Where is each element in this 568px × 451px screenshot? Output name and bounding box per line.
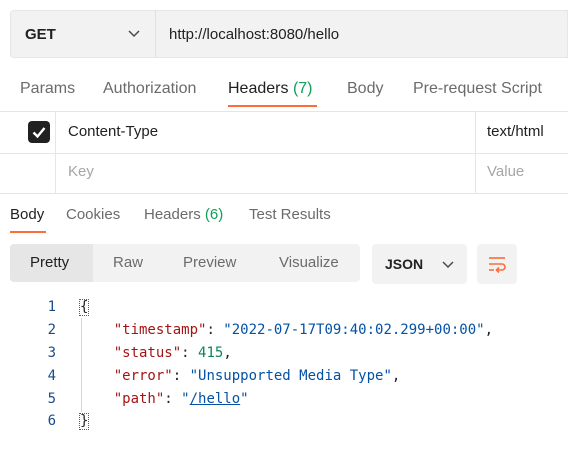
json-string-quote: ": [240, 391, 249, 407]
new-value-input[interactable]: Value: [487, 163, 524, 180]
tab-authorization-label: Authorization: [103, 80, 197, 97]
line-number: 1: [47, 299, 56, 315]
header-enabled-checkbox[interactable]: [28, 121, 50, 143]
new-key-input[interactable]: Key: [68, 163, 94, 180]
view-raw-label: Raw: [113, 254, 144, 271]
close-brace: }: [78, 413, 90, 430]
code-line: "timestamp": "2022-07-17T09:40:02.299+00…: [113, 322, 494, 338]
path-link[interactable]: /hello: [190, 391, 241, 407]
line-number: 2: [47, 322, 56, 338]
view-preview-button[interactable]: Preview: [183, 254, 236, 271]
code-line: "error": "Unsupported Media Type",: [113, 368, 401, 384]
tab-pre-request-script[interactable]: Pre-request Script: [413, 80, 542, 98]
response-tab-headers-label: Headers: [144, 206, 201, 223]
table-column-divider: [55, 111, 56, 194]
header-key-text: Content-Type: [68, 123, 159, 140]
method-select[interactable]: GET: [10, 10, 155, 58]
chevron-down-icon: [442, 261, 454, 269]
wrap-lines-button[interactable]: [477, 244, 517, 284]
table-row-divider: [0, 153, 568, 154]
language-label: JSON: [385, 256, 424, 272]
tab-params[interactable]: Params: [20, 80, 75, 98]
header-key-cell[interactable]: Content-Type: [68, 123, 158, 140]
checkmark-icon: [32, 127, 46, 139]
language-select[interactable]: JSON: [372, 244, 467, 284]
key-placeholder: Key: [68, 163, 94, 180]
view-pretty-button[interactable]: Pretty: [30, 254, 69, 271]
header-value-text: text/html: [487, 123, 544, 140]
response-tab-cookies-label: Cookies: [66, 206, 121, 223]
json-key: "status": [113, 345, 182, 361]
url-text: http://localhost:8080/hello: [169, 25, 340, 43]
tab-body[interactable]: Body: [347, 80, 383, 98]
tab-headers[interactable]: Headers (7): [228, 80, 313, 98]
json-string-quote: ": [181, 391, 190, 407]
wrap-lines-icon: [489, 257, 506, 274]
response-tab-headers-count: (6): [204, 206, 224, 223]
tab-pre-request-script-label: Pre-request Script: [413, 80, 542, 97]
json-number: 415: [198, 345, 224, 361]
response-tab-cookies[interactable]: Cookies: [66, 206, 120, 223]
method-label: GET: [25, 25, 56, 43]
line-number: 5: [47, 391, 56, 407]
response-tab-body[interactable]: Body: [10, 206, 44, 223]
code-line: }: [78, 413, 90, 430]
view-visualize-label: Visualize: [279, 254, 339, 271]
active-tab-indicator: [228, 105, 317, 107]
table-border-bottom: [0, 193, 568, 194]
table-column-divider: [475, 111, 476, 194]
response-tab-body-label: Body: [10, 206, 45, 223]
chevron-down-icon: [128, 30, 140, 38]
view-raw-button[interactable]: Raw: [113, 254, 143, 271]
json-key: "timestamp": [113, 322, 207, 338]
response-tab-headers[interactable]: Headers (6): [144, 206, 223, 223]
response-active-tab-indicator: [10, 231, 46, 233]
tab-headers-label: Headers: [228, 80, 289, 97]
json-string: "Unsupported Media Type": [189, 368, 392, 384]
response-tab-test-results[interactable]: Test Results: [249, 206, 331, 223]
view-pretty-label: Pretty: [30, 254, 70, 271]
url-input[interactable]: http://localhost:8080/hello: [155, 10, 568, 58]
code-line: "status": 415,: [113, 345, 232, 361]
value-placeholder: Value: [487, 163, 525, 180]
view-visualize-button[interactable]: Visualize: [279, 254, 339, 271]
line-number: 3: [47, 345, 56, 361]
tab-authorization[interactable]: Authorization: [103, 80, 196, 98]
table-border-top: [0, 111, 568, 112]
json-key: "path": [113, 391, 165, 407]
tab-body-label: Body: [347, 80, 384, 97]
header-value-cell[interactable]: text/html: [487, 123, 544, 140]
line-number: 6: [47, 413, 56, 429]
open-brace: {: [78, 299, 90, 316]
view-preview-label: Preview: [183, 254, 237, 271]
code-line: "path": "/hello": [113, 391, 249, 407]
tab-headers-count: (7): [292, 80, 313, 97]
line-number: 4: [47, 368, 56, 384]
json-string: "2022-07-17T09:40:02.299+00:00": [223, 322, 485, 338]
response-tab-test-results-label: Test Results: [249, 206, 331, 223]
tab-params-label: Params: [20, 80, 76, 97]
code-line: {: [78, 299, 90, 316]
json-key: "error": [113, 368, 173, 384]
